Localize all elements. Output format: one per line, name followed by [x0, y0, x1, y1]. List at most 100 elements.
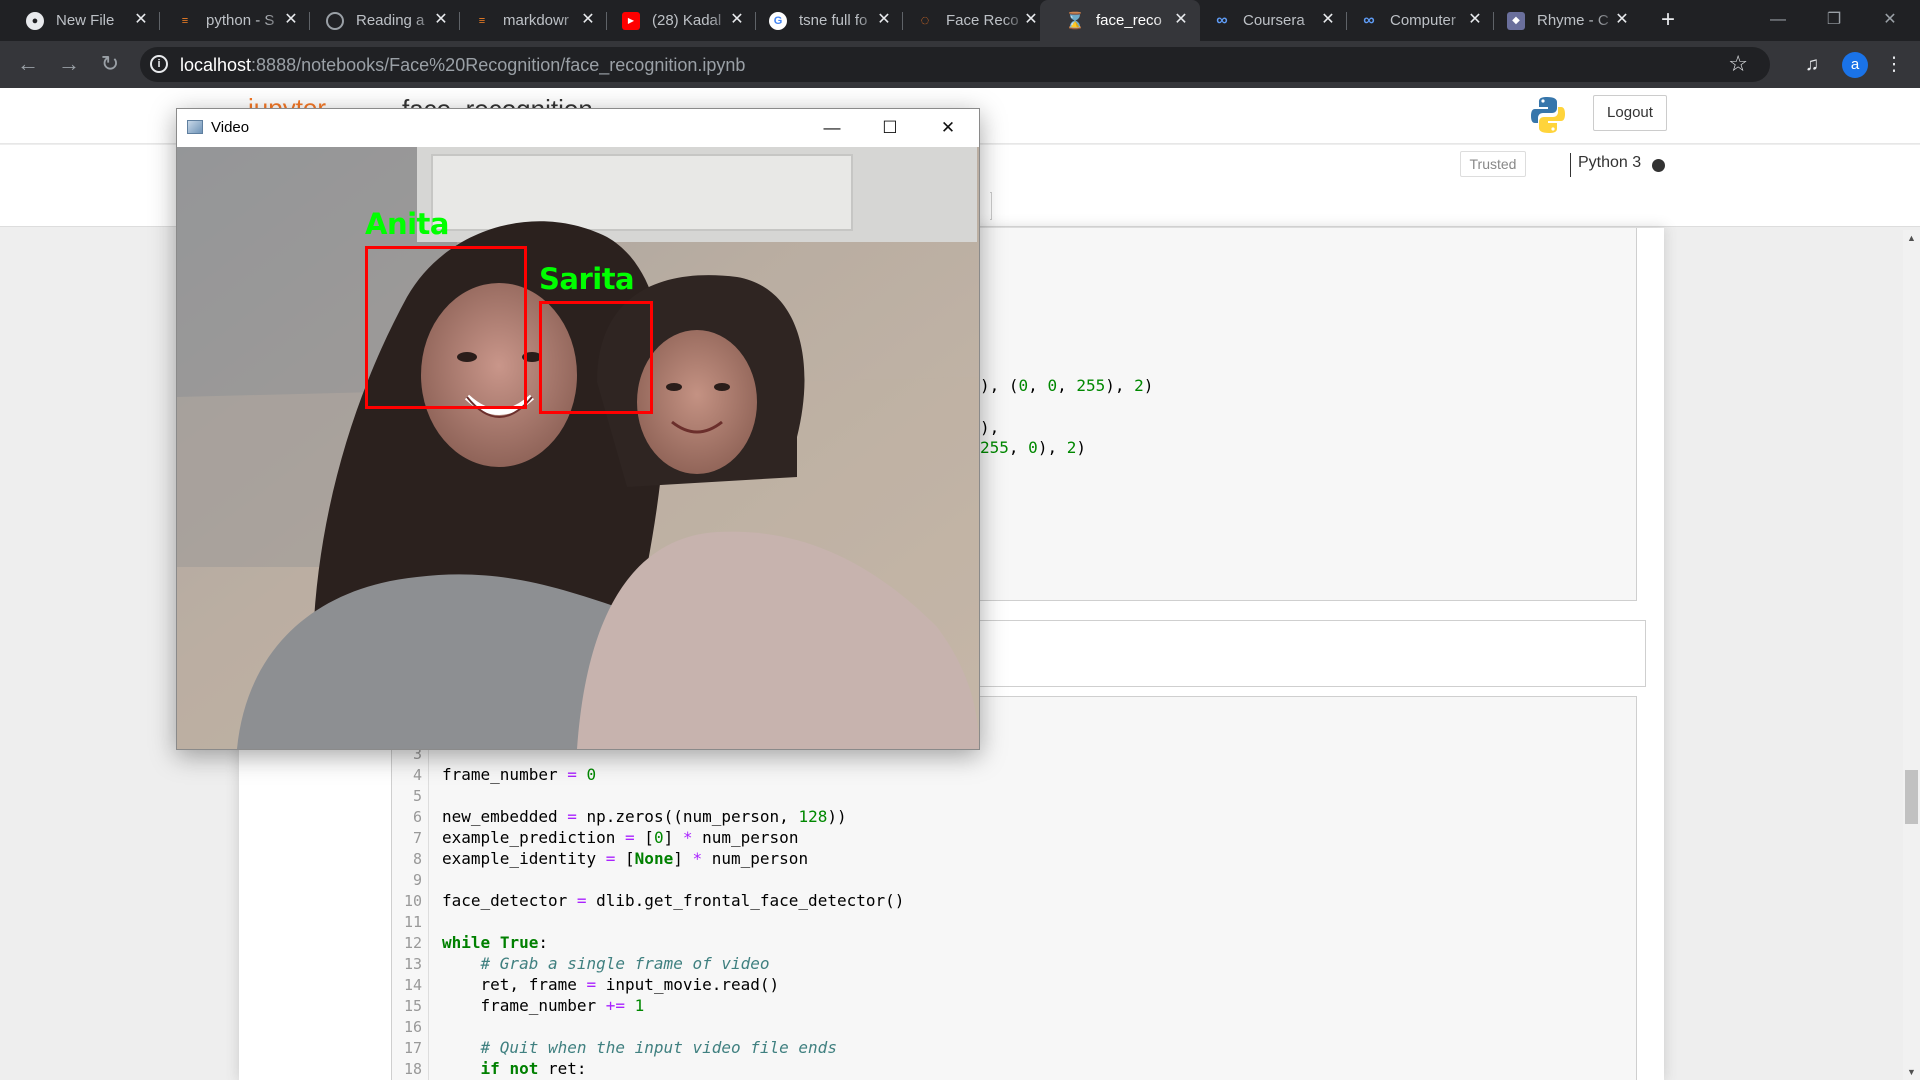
github-icon: ● [26, 11, 44, 30]
line-number-gutter: 3 4 5 6 7 8 9 10 11 12 13 14 15 16 17 18 [393, 745, 429, 1080]
code-fragment: ), [980, 418, 1000, 437]
line-number: 14 [403, 976, 422, 994]
tab-title: Rhyme - C [1537, 12, 1609, 29]
tab-tsne-google[interactable]: G tsne full fo ✕ [743, 0, 903, 41]
stackoverflow-icon: ≡ [181, 14, 189, 27]
scrollbar-thumb[interactable] [1905, 770, 1918, 824]
close-tab-icon[interactable]: ✕ [282, 11, 300, 29]
jupyter-icon: ◌ [920, 12, 930, 29]
tab-rhyme[interactable]: ◆ Rhyme - C ✕ [1481, 0, 1641, 41]
globe-icon [326, 11, 344, 30]
browser-menu-icon[interactable]: ⋮ [1880, 51, 1908, 79]
webcam-frame-image [177, 147, 979, 749]
line-number: 6 [412, 808, 422, 826]
line-number: 15 [403, 997, 422, 1015]
video-window-titlebar[interactable]: Video — ☐ ✕ [177, 109, 979, 147]
tab-title: New File [56, 12, 115, 29]
tab-face-recognition[interactable]: ◌ Face Reco ✕ [890, 0, 1050, 41]
minimize-window-button[interactable]: — [1750, 0, 1806, 41]
stackoverflow-icon: ≡ [478, 14, 486, 27]
back-button[interactable]: ← [12, 49, 44, 81]
code-line[interactable]: face_detector = dlib.get_frontal_face_de… [442, 891, 904, 910]
code-cell[interactable] [391, 696, 1637, 1080]
close-tab-icon[interactable]: ✕ [579, 11, 597, 29]
tab-computer[interactable]: ∞ Computer ✕ [1334, 0, 1494, 41]
logout-button[interactable]: Logout [1593, 95, 1667, 131]
line-number: 9 [412, 871, 422, 889]
code-line[interactable]: # Grab a single frame of video [442, 954, 770, 973]
tab-coursera[interactable]: ∞ Coursera ✕ [1187, 0, 1347, 41]
line-number: 11 [403, 913, 422, 931]
code-line[interactable]: frame_number += 1 [442, 996, 645, 1015]
google-icon: G [769, 11, 787, 30]
code-line[interactable]: # Quit when the input video file ends [442, 1038, 837, 1057]
url-host: localhost [180, 55, 252, 75]
face-bounding-box [365, 246, 527, 409]
video-maximize-button[interactable]: ☐ [861, 109, 919, 147]
face-bounding-box [539, 301, 653, 414]
code-line[interactable]: while True: [442, 933, 548, 952]
tab-youtube[interactable]: ▶ (28) Kadal ✕ [596, 0, 756, 41]
code-line[interactable]: ret, frame = input_movie.read() [442, 975, 780, 994]
line-number: 12 [403, 934, 422, 952]
url-text[interactable]: localhost:8888/notebooks/Face%20Recognit… [180, 55, 745, 76]
close-tab-icon[interactable]: ✕ [132, 11, 150, 29]
tab-reading[interactable]: Reading a ✕ [300, 0, 460, 41]
video-close-button[interactable]: ✕ [919, 109, 977, 147]
coursera-icon: ∞ [1363, 11, 1375, 29]
url-path: :8888/notebooks/Face%20Recognition/face_… [251, 55, 746, 75]
tab-title: tsne full fo [799, 12, 868, 29]
coursera-icon: ∞ [1216, 11, 1228, 29]
tab-new-file[interactable]: ● New File ✕ [0, 0, 160, 41]
rhyme-icon: ◆ [1507, 11, 1525, 30]
page-scrollbar[interactable] [1903, 230, 1920, 1080]
youtube-icon: ▶ [622, 11, 640, 30]
browser-tab-strip: ● New File ✕ ≡ python - S ✕ Reading a ✕ … [0, 0, 1920, 41]
tab-python-stackoverflow[interactable]: ≡ python - S ✕ [150, 0, 310, 41]
tab-title: Reading a [356, 12, 425, 29]
close-tab-icon[interactable]: ✕ [1022, 11, 1040, 29]
address-bar[interactable]: i localhost:8888/notebooks/Face%20Recogn… [140, 47, 1770, 82]
code-line[interactable]: frame_number = 0 [442, 765, 596, 784]
tab-markdown[interactable]: ≡ markdowr ✕ [447, 0, 607, 41]
video-frame: Anita Sarita [177, 147, 979, 749]
profile-avatar[interactable]: a [1842, 52, 1868, 78]
close-tab-icon[interactable]: ✕ [1613, 11, 1631, 29]
tab-title: python - S [206, 12, 275, 29]
line-number: 5 [412, 787, 422, 805]
face-label: Anita [365, 207, 449, 241]
hourglass-icon: ⌛ [1065, 12, 1085, 30]
forward-button[interactable]: → [53, 49, 85, 81]
line-number: 4 [412, 766, 422, 784]
tab-title: Face Reco [946, 12, 1019, 29]
restore-window-button[interactable]: ❐ [1806, 0, 1862, 41]
tab-title: face_reco [1096, 12, 1162, 29]
line-number: 7 [412, 829, 422, 847]
close-window-button[interactable]: ✕ [1862, 0, 1918, 41]
kernel-name[interactable]: Python 3 [1578, 154, 1641, 172]
scroll-up-arrow-icon[interactable]: ▲ [1903, 230, 1920, 246]
line-number: 16 [403, 1018, 422, 1036]
code-line[interactable]: if not ret: [442, 1059, 587, 1078]
cell-type-select[interactable] [990, 192, 992, 220]
video-window[interactable]: Video — ☐ ✕ Anita Sarita [176, 108, 980, 750]
kernel-status-icon [1652, 159, 1665, 172]
new-tab-button[interactable]: + [1655, 8, 1681, 34]
video-minimize-button[interactable]: — [803, 109, 861, 147]
trusted-indicator[interactable]: Trusted [1460, 151, 1526, 177]
scroll-down-arrow-icon[interactable]: ▼ [1903, 1064, 1920, 1080]
kernel-divider [1570, 153, 1571, 177]
site-info-icon[interactable]: i [150, 55, 168, 73]
line-number: 13 [403, 955, 422, 973]
reload-button[interactable]: ↻ [94, 49, 126, 81]
code-line[interactable]: example_prediction = [0] * num_person [442, 828, 798, 847]
code-line[interactable]: example_identity = [None] * num_person [442, 849, 808, 868]
bookmark-star-icon[interactable]: ☆ [1728, 51, 1748, 77]
video-window-title: Video [211, 119, 250, 136]
code-line[interactable]: new_embedded = np.zeros((num_person, 128… [442, 807, 847, 826]
face-label: Sarita [539, 262, 635, 296]
media-control-icon[interactable]: ♫ [1798, 51, 1826, 79]
tab-face-recognition-notebook[interactable]: ⌛ face_reco ✕ [1040, 0, 1200, 41]
python-logo-icon [1531, 97, 1565, 133]
code-fragment: ), (0, 0, 255), 2) [980, 376, 1154, 395]
